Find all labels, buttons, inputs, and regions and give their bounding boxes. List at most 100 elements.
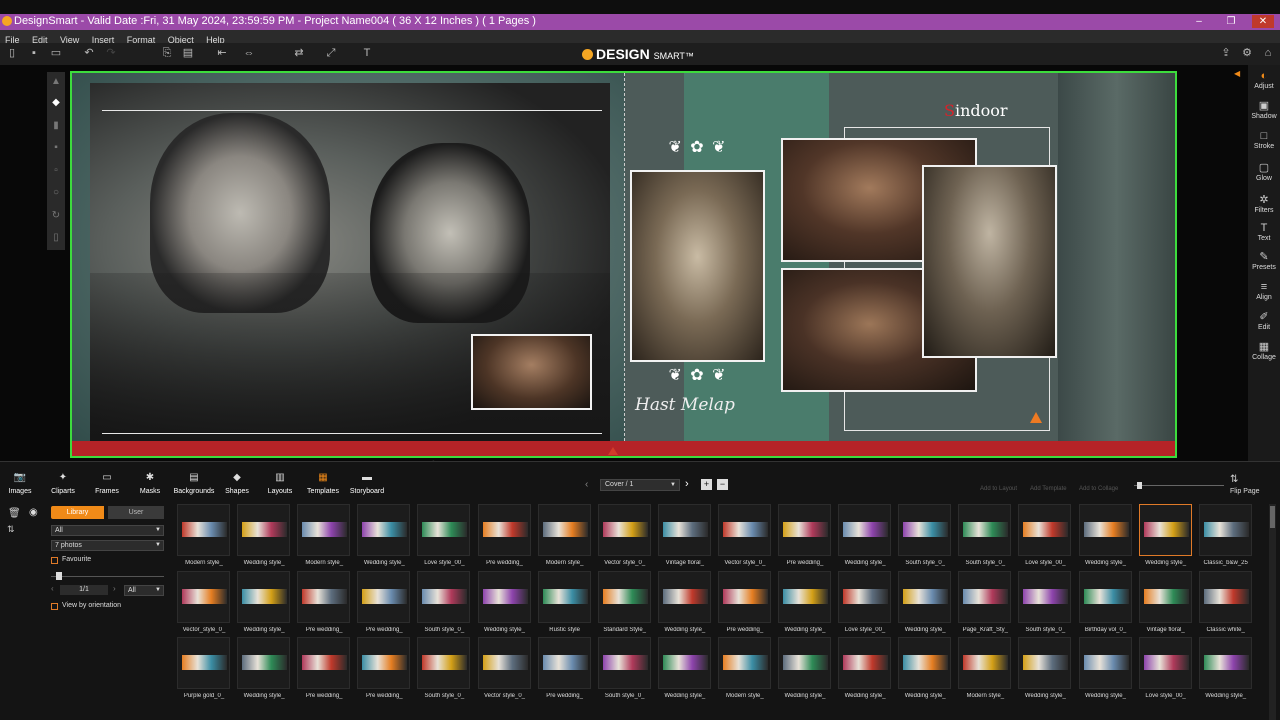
home-icon[interactable]: ⌂ xyxy=(1261,47,1275,60)
text-tool[interactable]: T Text xyxy=(1248,222,1280,242)
template-thumbnail[interactable] xyxy=(838,637,892,689)
category-masks[interactable]: ✱ Masks xyxy=(136,472,164,495)
minimize-button[interactable]: – xyxy=(1188,15,1210,28)
undo-icon[interactable]: ↶ xyxy=(82,47,96,60)
eye-icon[interactable]: ◉ xyxy=(29,507,38,518)
page-select[interactable]: Cover / 1 ▼ xyxy=(600,479,680,491)
template-thumbnail[interactable] xyxy=(898,504,952,556)
stroke-tool[interactable]: □ Stroke xyxy=(1248,130,1280,150)
template-thumbnail[interactable] xyxy=(537,570,591,623)
zoom-icon[interactable]: ○ xyxy=(49,187,63,201)
tab-library[interactable]: Library xyxy=(51,506,104,519)
template-thumbnail[interactable] xyxy=(1198,637,1252,689)
shadow-tool[interactable]: ▣ Shadow xyxy=(1248,100,1280,120)
template-thumbnail[interactable] xyxy=(1198,570,1252,623)
add-template-button[interactable]: Add Template xyxy=(1030,486,1067,492)
template-thumbnail[interactable] xyxy=(717,570,771,623)
pointer-icon[interactable]: ▲ xyxy=(49,76,63,90)
template-thumbnail[interactable] xyxy=(237,570,291,623)
template-thumbnail[interactable] xyxy=(1198,504,1252,556)
template-thumbnail[interactable] xyxy=(357,570,411,623)
template-thumbnail[interactable] xyxy=(778,637,831,689)
save-icon[interactable]: ▪ xyxy=(27,47,41,60)
template-thumbnail[interactable] xyxy=(958,637,1012,689)
open-folder-icon[interactable]: ▭ xyxy=(49,47,63,60)
template-thumbnail[interactable] xyxy=(597,570,651,623)
prev-page-icon[interactable]: ‹ xyxy=(585,479,588,490)
edit-tool[interactable]: ✐ Edit xyxy=(1248,311,1280,331)
zoom-slider-track[interactable] xyxy=(1134,485,1224,486)
warning-icon[interactable] xyxy=(1030,412,1042,423)
inset-couple-photo[interactable] xyxy=(471,334,592,410)
template-thumbnail[interactable] xyxy=(297,504,351,556)
maximize-button[interactable]: ❐ xyxy=(1220,15,1242,28)
couple-embrace-photo[interactable] xyxy=(922,165,1057,358)
template-thumbnail[interactable] xyxy=(1018,504,1072,556)
scrollbar-thumb[interactable] xyxy=(1270,506,1275,528)
template-thumbnail[interactable] xyxy=(1078,504,1132,556)
category-images[interactable]: 📷 Images xyxy=(6,472,34,495)
rotate-icon[interactable]: ↻ xyxy=(49,210,63,224)
template-thumbnail[interactable] xyxy=(838,504,892,556)
list-page-value[interactable]: 1/1 xyxy=(60,585,108,595)
template-thumbnail[interactable] xyxy=(357,504,411,556)
filters-tool[interactable]: ✲ Filters xyxy=(1248,194,1280,214)
fill-icon[interactable]: ◆ xyxy=(49,97,63,111)
photos-select[interactable]: 7 photos ▼ xyxy=(51,540,164,551)
zoom-slider-thumb[interactable] xyxy=(1137,482,1142,489)
align-left-icon[interactable]: ⇤ xyxy=(215,47,229,60)
template-thumbnail[interactable] xyxy=(477,637,531,689)
template-thumbnail[interactable] xyxy=(657,504,711,556)
close-button[interactable]: ✕ xyxy=(1252,15,1274,28)
template-thumbnail[interactable] xyxy=(1078,637,1132,689)
template-thumbnail[interactable] xyxy=(297,570,351,623)
template-thumbnail[interactable] xyxy=(417,570,471,623)
template-thumbnail[interactable] xyxy=(177,637,230,689)
category-layouts[interactable]: ▥ Layouts xyxy=(265,472,295,495)
template-thumbnail[interactable] xyxy=(657,637,711,689)
template-thumbnail[interactable] xyxy=(657,570,711,623)
template-thumbnail[interactable] xyxy=(237,504,291,556)
template-thumbnail[interactable] xyxy=(1138,637,1192,689)
flip-page-label[interactable]: Flip Page xyxy=(1230,488,1260,495)
template-thumbnail[interactable] xyxy=(237,637,291,689)
fit-icon[interactable]: ⤢ xyxy=(324,47,338,60)
template-thumbnail[interactable] xyxy=(1138,504,1192,556)
new-file-icon[interactable]: ▯ xyxy=(5,47,19,60)
collage-tool[interactable]: ▦ Collage xyxy=(1248,341,1280,361)
add-to-layout-button[interactable]: Add to Layout xyxy=(980,486,1017,492)
favourite-checkbox[interactable] xyxy=(51,557,58,564)
template-thumbnail[interactable] xyxy=(1018,570,1072,623)
flip-page-icon[interactable]: ⇅ xyxy=(1230,474,1238,485)
category-shapes[interactable]: ◆ Shapes xyxy=(223,472,251,495)
album-spread-canvas[interactable]: ❦ ✿ ❦ ❦ ✿ ❦ Hast Melap Sindoor xyxy=(70,71,1177,458)
collapse-arrow-icon[interactable]: ◀ xyxy=(1234,69,1240,78)
template-thumbnail[interactable] xyxy=(177,504,230,556)
flip-icon[interactable]: ⇄ xyxy=(292,47,306,60)
export-icon[interactable]: ⇪ xyxy=(1219,47,1233,60)
template-thumbnail[interactable] xyxy=(477,504,531,556)
template-thumbnail[interactable] xyxy=(477,570,531,623)
presets-tool[interactable]: ✎ Presets xyxy=(1248,251,1280,271)
template-thumbnail[interactable] xyxy=(597,637,651,689)
prev-list-icon[interactable]: ‹ xyxy=(51,584,54,593)
template-thumbnail[interactable] xyxy=(537,637,591,689)
template-scrollbar[interactable] xyxy=(1269,504,1276,720)
sort-icon[interactable]: ⇅ xyxy=(7,524,15,535)
add-page-icon[interactable]: + xyxy=(701,479,712,490)
tab-user[interactable]: User xyxy=(108,506,164,519)
orientation-checkbox[interactable] xyxy=(51,603,58,610)
settings-icon[interactable]: ⚙ xyxy=(1240,47,1254,60)
add-to-collage-button[interactable]: Add to Collage xyxy=(1079,486,1118,492)
template-thumbnail[interactable] xyxy=(838,570,892,623)
category-frames[interactable]: ▭ Frames xyxy=(92,472,122,495)
thumb-size-slider[interactable] xyxy=(51,576,164,577)
template-thumbnail[interactable] xyxy=(417,637,471,689)
thumb-size-slider-thumb[interactable] xyxy=(56,572,62,580)
page-filter-select[interactable]: All ▼ xyxy=(124,585,164,596)
template-thumbnail[interactable] xyxy=(177,570,230,623)
delete-icon[interactable]: ▯ xyxy=(49,232,63,246)
next-list-icon[interactable]: › xyxy=(113,584,116,593)
template-thumbnail[interactable] xyxy=(717,504,771,556)
template-thumbnail[interactable] xyxy=(778,504,831,556)
